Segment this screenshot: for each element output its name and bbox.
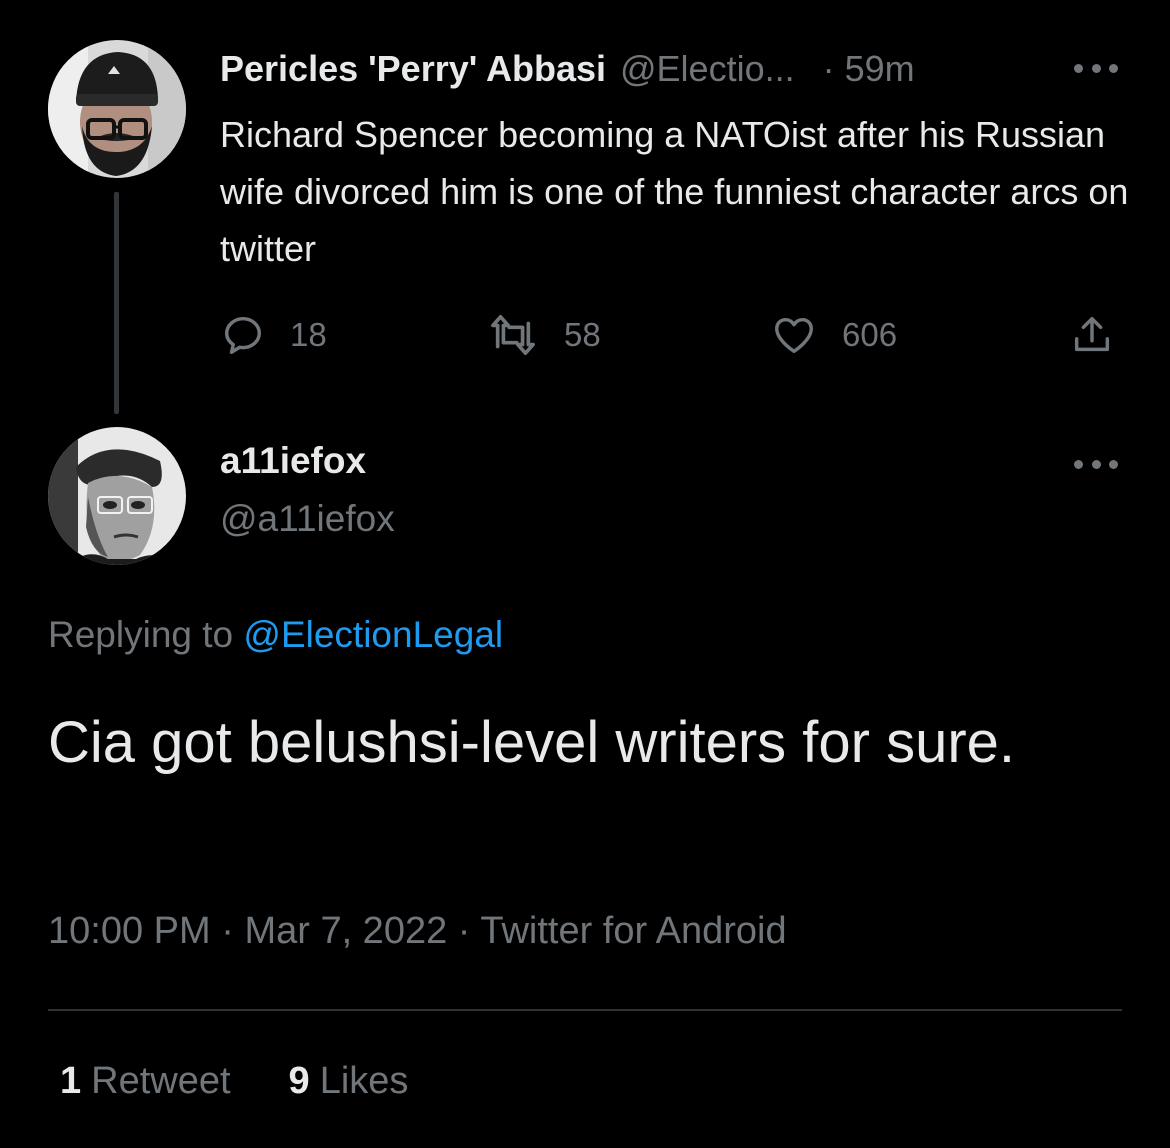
thread-connector-line: [114, 192, 119, 414]
bearded-man-avatar-icon: [48, 40, 186, 178]
more-options-icon[interactable]: [1074, 61, 1118, 75]
grayscale-man-avatar-icon: [48, 427, 186, 565]
meta-separator: ·: [210, 910, 245, 952]
meta-separator: ·: [447, 910, 481, 952]
reply-button[interactable]: 18: [220, 310, 327, 360]
tweet-date[interactable]: Mar 7, 2022: [244, 910, 447, 952]
tweet-metadata: 10:00 PM · Mar 7, 2022 · Twitter for And…: [48, 910, 787, 953]
author-display-name[interactable]: a11iefox: [220, 440, 366, 482]
avatar[interactable]: [48, 427, 186, 565]
reply-count: 18: [290, 316, 327, 353]
retweet-count: 58: [564, 316, 601, 353]
more-options-icon[interactable]: [1074, 457, 1118, 471]
share-button[interactable]: [1068, 310, 1116, 360]
parent-timestamp[interactable]: 59m: [845, 48, 915, 90]
replying-to-line: Replying to @ElectionLegal: [48, 614, 503, 656]
tweet-text: Cia got belushsi-level writers for sure.: [48, 710, 1016, 775]
parent-handle[interactable]: @Electio...: [620, 48, 795, 90]
parent-tweet-header: Pericles 'Perry' Abbasi @Electio... · 59…: [220, 46, 915, 92]
replying-to-label: Replying to: [48, 614, 244, 655]
tweet-source[interactable]: Twitter for Android: [480, 910, 786, 952]
tweet-time[interactable]: 10:00 PM: [48, 910, 211, 952]
author-handle[interactable]: @a11iefox: [220, 498, 395, 540]
retweets-number: 1: [60, 1060, 82, 1102]
likes-label: Likes: [319, 1060, 409, 1102]
share-icon: [1074, 316, 1110, 352]
engagement-stats: 1 Retweet 9 Likes: [60, 1060, 408, 1103]
avatar[interactable]: [48, 40, 186, 178]
replying-to-mention-link[interactable]: @ElectionLegal: [243, 614, 503, 655]
tweet-detail-page: Pericles 'Perry' Abbasi @Electio... · 59…: [0, 0, 1170, 1148]
like-button[interactable]: 606: [770, 310, 897, 360]
likes-number: 9: [288, 1060, 310, 1102]
parent-display-name[interactable]: Pericles 'Perry' Abbasi: [220, 48, 606, 90]
retweets-label: Retweet: [91, 1060, 231, 1102]
heart-icon: [775, 317, 813, 354]
parent-tweet-actions: 18 58 606: [220, 310, 1120, 360]
retweets-stat[interactable]: 1 Retweet: [60, 1060, 231, 1103]
like-count: 606: [842, 316, 898, 353]
divider: [48, 1009, 1122, 1011]
retweet-button[interactable]: 58: [486, 310, 601, 360]
reply-icon: [224, 316, 262, 354]
parent-tweet-text: Richard Spencer becoming a NATOist after…: [220, 114, 1129, 269]
likes-stat[interactable]: 9 Likes: [289, 1060, 409, 1103]
retweet-icon: [491, 314, 535, 356]
separator-dot: ·: [822, 48, 835, 89]
